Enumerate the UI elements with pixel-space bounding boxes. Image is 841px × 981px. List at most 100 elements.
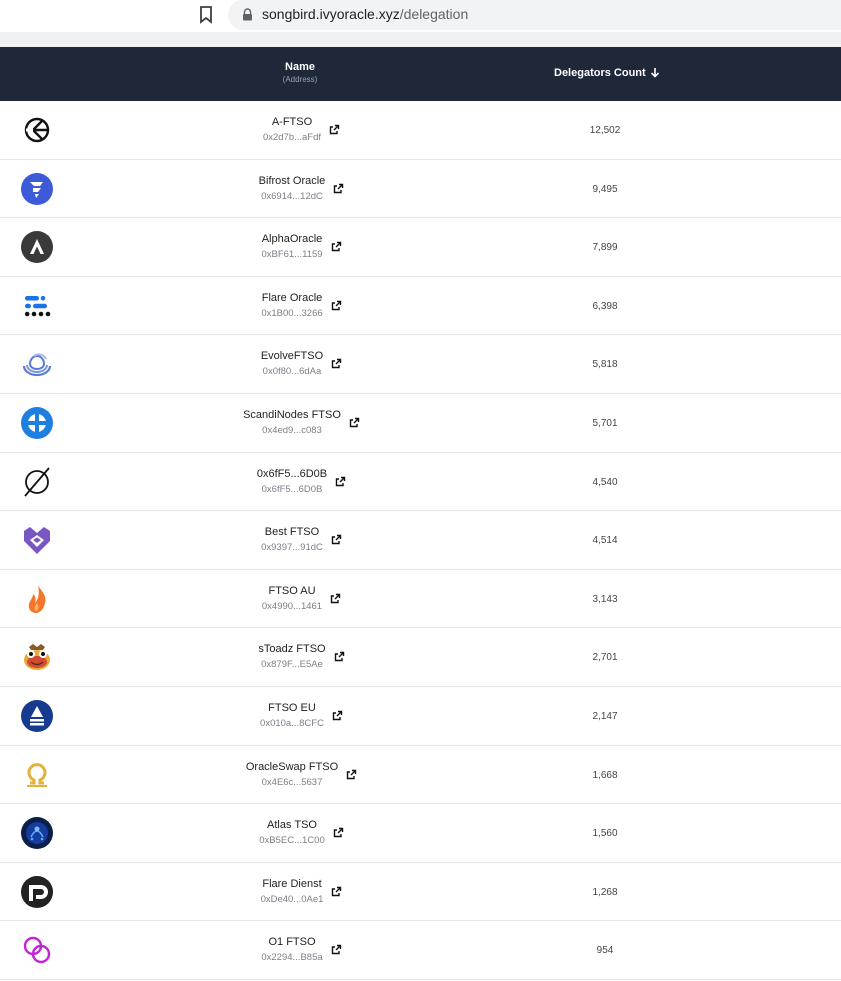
- provider-name: Atlas TSO: [267, 819, 317, 832]
- alphaoracle-logo: [21, 231, 53, 264]
- delegators-count: 2,147: [592, 710, 618, 722]
- provider-address: 0x879F...E5Ae: [261, 659, 323, 671]
- provider-name: A-FTSO: [271, 116, 313, 128]
- ftso-eu-logo: [21, 699, 53, 732]
- table-row[interactable]: Bifrost Oracle 0x6914...12dC 9,495: [0, 160, 841, 219]
- provider-address: 0x9397...91dC: [261, 542, 323, 554]
- delegators-count: 12,502: [589, 125, 621, 136]
- external-link-icon[interactable]: [330, 593, 341, 604]
- a-ftso-logo: [21, 114, 53, 146]
- external-link-icon[interactable]: [346, 769, 357, 780]
- flame-logo: [21, 583, 53, 615]
- provider-name: Bifrost Oracle: [258, 174, 326, 187]
- provider-address: 0x4E6c...5637: [261, 776, 323, 788]
- name-column-header[interactable]: Name (Address): [250, 61, 350, 84]
- page-top-strip: [0, 32, 841, 47]
- table-row[interactable]: FTSO AU 0x4990...1461 3,143: [0, 570, 841, 629]
- table-row[interactable]: Best FTSO 0x9397...91dC 4,514: [0, 511, 841, 570]
- provider-address: 0xDe40...0Ae1: [260, 893, 324, 905]
- atlas-logo: [21, 817, 53, 850]
- url-path: /delegation: [399, 6, 469, 22]
- provider-name-cell: OracleSwap FTSO 0x4E6c...5637: [192, 761, 392, 788]
- external-link-icon[interactable]: [329, 124, 340, 135]
- table-row[interactable]: 0x6fF5...6D0B 0x6fF5...6D0B 4,540: [0, 453, 841, 512]
- address-header-label: (Address): [282, 75, 318, 84]
- delegators-count: 6,398: [592, 300, 618, 312]
- external-link-icon[interactable]: [331, 241, 342, 252]
- address-bar[interactable]: songbird.ivyoracle.xyz/delegation: [228, 0, 841, 30]
- external-link-icon[interactable]: [331, 886, 342, 897]
- name-header-label: Name: [285, 61, 315, 73]
- provider-name-cell: Flare Dienst 0xDe40...0Ae1: [192, 878, 392, 905]
- delegators-count: 5,818: [592, 359, 618, 371]
- flare-dienst-logo: [21, 875, 53, 908]
- provider-name: Flare Oracle: [261, 291, 323, 304]
- external-link-icon[interactable]: [349, 417, 360, 428]
- provider-address: 0x6914...12dC: [261, 190, 323, 202]
- table-row[interactable]: EvolveFTSO 0x0f80...6dAa 5,818: [0, 335, 841, 394]
- delegators-count: 7,899: [592, 242, 618, 254]
- provider-address: 0x0f80...6dAa: [262, 366, 322, 378]
- table-row[interactable]: AlphaOracle 0xBF61...1159 7,899: [0, 218, 841, 277]
- table-row[interactable]: Flare Oracle 0x1B00...3266 6,398: [0, 277, 841, 336]
- scandinodes-logo: [21, 406, 53, 439]
- external-link-icon[interactable]: [333, 183, 344, 194]
- external-link-icon[interactable]: [331, 534, 342, 545]
- provider-address: 0x2294...B85a: [261, 952, 323, 964]
- provider-name: EvolveFTSO: [260, 350, 324, 363]
- provider-address: 0x4ed9...c083: [262, 424, 322, 436]
- table-row[interactable]: Atlas TSO 0xB5EC...1C00 1,560: [0, 804, 841, 863]
- provider-name-cell: FTSO AU 0x4990...1461: [192, 585, 392, 612]
- external-link-icon[interactable]: [331, 300, 342, 311]
- external-link-icon[interactable]: [335, 476, 346, 487]
- toad-logo: [21, 641, 53, 673]
- delegators-count: 5,701: [592, 417, 618, 429]
- external-link-icon[interactable]: [333, 827, 344, 838]
- best-ftso-logo: [21, 524, 53, 556]
- provider-address: 0x1B00...3266: [261, 307, 323, 319]
- table-row[interactable]: OracleSwap FTSO 0x4E6c...5637 1,668: [0, 746, 841, 805]
- provider-name-cell: EvolveFTSO 0x0f80...6dAa: [192, 350, 392, 377]
- provider-name-cell: O1 FTSO 0x2294...B85a: [192, 936, 392, 963]
- provider-name-cell: Best FTSO 0x9397...91dC: [192, 526, 392, 553]
- provider-name-cell: Flare Oracle 0x1B00...3266: [192, 292, 392, 319]
- provider-name: FTSO AU: [268, 584, 316, 597]
- bookmark-icon[interactable]: [199, 6, 213, 24]
- o1-logo: [21, 934, 53, 966]
- provider-name-cell: Bifrost Oracle 0x6914...12dC: [192, 175, 392, 202]
- external-link-icon[interactable]: [334, 651, 345, 662]
- external-link-icon[interactable]: [331, 358, 342, 369]
- provider-address: 0x2d7b...aFdf: [262, 132, 322, 143]
- external-link-icon[interactable]: [331, 944, 342, 955]
- flare-oracle-logo: [21, 290, 53, 322]
- provider-name-cell: sToadz FTSO 0x879F...E5Ae: [192, 643, 392, 670]
- delegators-count: 4,540: [592, 476, 618, 488]
- delegators-count: 2,701: [592, 652, 618, 664]
- delegation-table-body: A-FTSO 0x2d7b...aFdf 12,502 Bifrost Oracle 0…: [0, 101, 841, 980]
- provider-name-cell: AlphaOracle 0xBF61...1159: [192, 233, 392, 260]
- table-row[interactable]: FTSO EU 0x010a...8CFC 2,147: [0, 687, 841, 746]
- url-text[interactable]: songbird.ivyoracle.xyz/delegation: [262, 6, 468, 22]
- external-link-icon[interactable]: [332, 710, 343, 721]
- delegators-count: 1,668: [592, 769, 618, 781]
- provider-name: Best FTSO: [264, 526, 320, 539]
- table-row[interactable]: sToadz FTSO 0x879F...E5Ae 2,701: [0, 628, 841, 687]
- provider-name: FTSO EU: [268, 701, 316, 714]
- empty-set-icon: [21, 466, 53, 498]
- delegators-count: 9,495: [592, 183, 618, 195]
- table-row[interactable]: O1 FTSO 0x2294...B85a 954: [0, 921, 841, 980]
- provider-address: 0x6fF5...6D0B: [261, 483, 323, 495]
- delegators-count: 954: [596, 945, 614, 957]
- url-host: songbird.ivyoracle.xyz: [262, 6, 400, 22]
- provider-address: 0x010a...8CFC: [260, 717, 324, 729]
- table-row[interactable]: Flare Dienst 0xDe40...0Ae1 1,268: [0, 863, 841, 922]
- table-row[interactable]: ScandiNodes FTSO 0x4ed9...c083 5,701: [0, 394, 841, 453]
- provider-name: O1 FTSO: [268, 936, 316, 949]
- provider-address: 0xBF61...1159: [261, 249, 323, 261]
- delegators-count: 3,143: [592, 593, 618, 605]
- sort-descending-icon[interactable]: [650, 67, 660, 78]
- delegators-count-column-header[interactable]: Delegators Count: [554, 67, 660, 79]
- bifrost-logo: [21, 172, 53, 205]
- provider-name: 0x6fF5...6D0B: [256, 467, 328, 480]
- table-row[interactable]: A-FTSO 0x2d7b...aFdf 12,502: [0, 101, 841, 160]
